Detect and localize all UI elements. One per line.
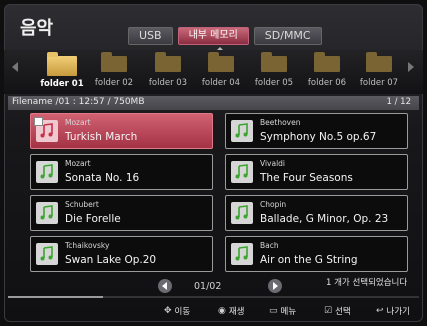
folder-label: folder 07 — [359, 78, 399, 88]
folder-label: folder 03 — [148, 78, 188, 88]
music-browser-panel: 음악 USB 내부 메모리 SD/MMC folder 01 folder 02… — [4, 4, 423, 322]
song-title: Turkish March — [65, 131, 138, 143]
folder-item[interactable]: folder 05 — [248, 52, 300, 88]
progress-bar — [8, 296, 419, 298]
music-note-icon — [231, 202, 253, 224]
folder-scroll-left-icon[interactable] — [12, 62, 18, 72]
song-artist: Mozart — [65, 118, 91, 127]
folder-item[interactable]: folder 01 — [36, 52, 88, 89]
song-title: Swan Lake Op.20 — [65, 254, 157, 266]
song-artist: Beethoven — [260, 118, 301, 127]
menu-hint-label: 메뉴 — [280, 307, 297, 317]
folder-item[interactable]: folder 07 — [353, 52, 405, 88]
footer-help-bar: ✥ 이동 ◉ 재생 ▭ 메뉴 ☑ 선택 ↩ 나가기 — [4, 300, 423, 322]
folder-icon — [101, 52, 127, 72]
song-artist: Vivaldi — [260, 159, 286, 168]
next-page-button[interactable] — [268, 279, 282, 293]
dpad-icon: ✥ — [164, 306, 172, 316]
song-card[interactable]: Schubert Die Forelle — [30, 195, 213, 231]
folder-item[interactable]: folder 02 — [88, 52, 140, 88]
tab-sd-mmc[interactable]: SD/MMC — [253, 27, 322, 45]
song-title: Air on the G String — [260, 254, 358, 266]
folder-item[interactable]: folder 03 — [142, 52, 194, 88]
folder-scroll-right-icon[interactable] — [408, 62, 414, 72]
folder-icon — [261, 52, 287, 72]
song-card[interactable]: Chopin Ballade, G Minor, Op. 23 — [225, 195, 408, 231]
folder-item[interactable]: folder 04 — [195, 52, 247, 88]
music-note-icon — [231, 161, 253, 183]
folder-label: folder 04 — [201, 78, 241, 88]
selected-checkbox-icon[interactable] — [34, 117, 43, 126]
file-info-text: Filename /01 : 12:57 / 750MB — [12, 97, 145, 107]
play-hint-label: 재생 — [228, 307, 245, 317]
song-artist: Tchaikovsky — [65, 241, 110, 250]
file-info-bar: Filename /01 : 12:57 / 750MB 1 / 12 — [8, 96, 419, 110]
storage-tabs: USB 내부 메모리 SD/MMC — [128, 27, 322, 45]
song-title: Sonata No. 16 — [65, 172, 140, 184]
song-card[interactable]: Tchaikovsky Swan Lake Op.20 — [30, 236, 213, 272]
song-title: Ballade, G Minor, Op. 23 — [260, 213, 389, 225]
music-note-icon — [36, 243, 58, 265]
song-title: Symphony No.5 op.67 — [260, 131, 377, 143]
screen: 음악 USB 내부 메모리 SD/MMC folder 01 folder 02… — [0, 0, 427, 326]
folder-icon — [47, 52, 77, 76]
music-note-icon — [36, 161, 58, 183]
song-card[interactable]: Mozart Turkish March — [30, 113, 213, 149]
folder-icon — [208, 52, 234, 72]
checkbox-icon: ☑ — [324, 306, 333, 316]
song-artist: Schubert — [65, 200, 99, 209]
select-hint-label: 선택 — [335, 307, 351, 317]
song-title: The Four Seasons — [260, 172, 353, 184]
play-hint: ◉ 재생 — [218, 305, 245, 317]
select-hint: ☑ 선택 — [324, 305, 351, 317]
folder-label: folder 02 — [94, 78, 134, 88]
folder-icon — [366, 52, 392, 72]
previous-page-button[interactable] — [158, 279, 172, 293]
move-hint: ✥ 이동 — [164, 305, 190, 317]
folder-label: folder 06 — [307, 78, 347, 88]
exit-hint: ↩ 나가기 — [376, 305, 410, 317]
song-card[interactable]: Mozart Sonata No. 16 — [30, 154, 213, 190]
song-artist: Chopin — [260, 200, 287, 209]
menu-hint: ▭ 메뉴 — [269, 305, 296, 317]
tab-usb[interactable]: USB — [128, 27, 173, 45]
folder-label: folder 05 — [254, 78, 294, 88]
folder-item[interactable]: folder 06 — [301, 52, 353, 88]
page-title: 음악 — [20, 18, 54, 39]
folder-icon — [155, 52, 181, 72]
song-card[interactable]: Bach Air on the G String — [225, 236, 408, 272]
move-hint-label: 이동 — [174, 307, 191, 317]
song-card[interactable]: Vivaldi The Four Seasons — [225, 154, 408, 190]
song-artist: Mozart — [65, 159, 91, 168]
folder-icon — [314, 52, 340, 72]
selection-info: 1 개가 선택되었습니다 — [326, 278, 408, 288]
song-title: Die Forelle — [65, 213, 121, 225]
music-note-icon — [231, 120, 253, 142]
ok-button-icon: ◉ — [218, 306, 226, 316]
music-note-icon — [36, 202, 58, 224]
menu-icon: ▭ — [269, 306, 278, 316]
back-icon: ↩ — [376, 306, 384, 316]
page-indicator: 01/02 — [194, 281, 222, 292]
music-note-icon — [231, 243, 253, 265]
page-count: 1 / 12 — [386, 97, 412, 107]
song-card[interactable]: Beethoven Symphony No.5 op.67 — [225, 113, 408, 149]
exit-hint-label: 나가기 — [386, 307, 411, 317]
progress-fill — [8, 296, 103, 298]
folder-label: folder 01 — [40, 79, 84, 89]
tab-internal-memory[interactable]: 내부 메모리 — [177, 27, 249, 45]
song-artist: Bach — [260, 241, 279, 250]
